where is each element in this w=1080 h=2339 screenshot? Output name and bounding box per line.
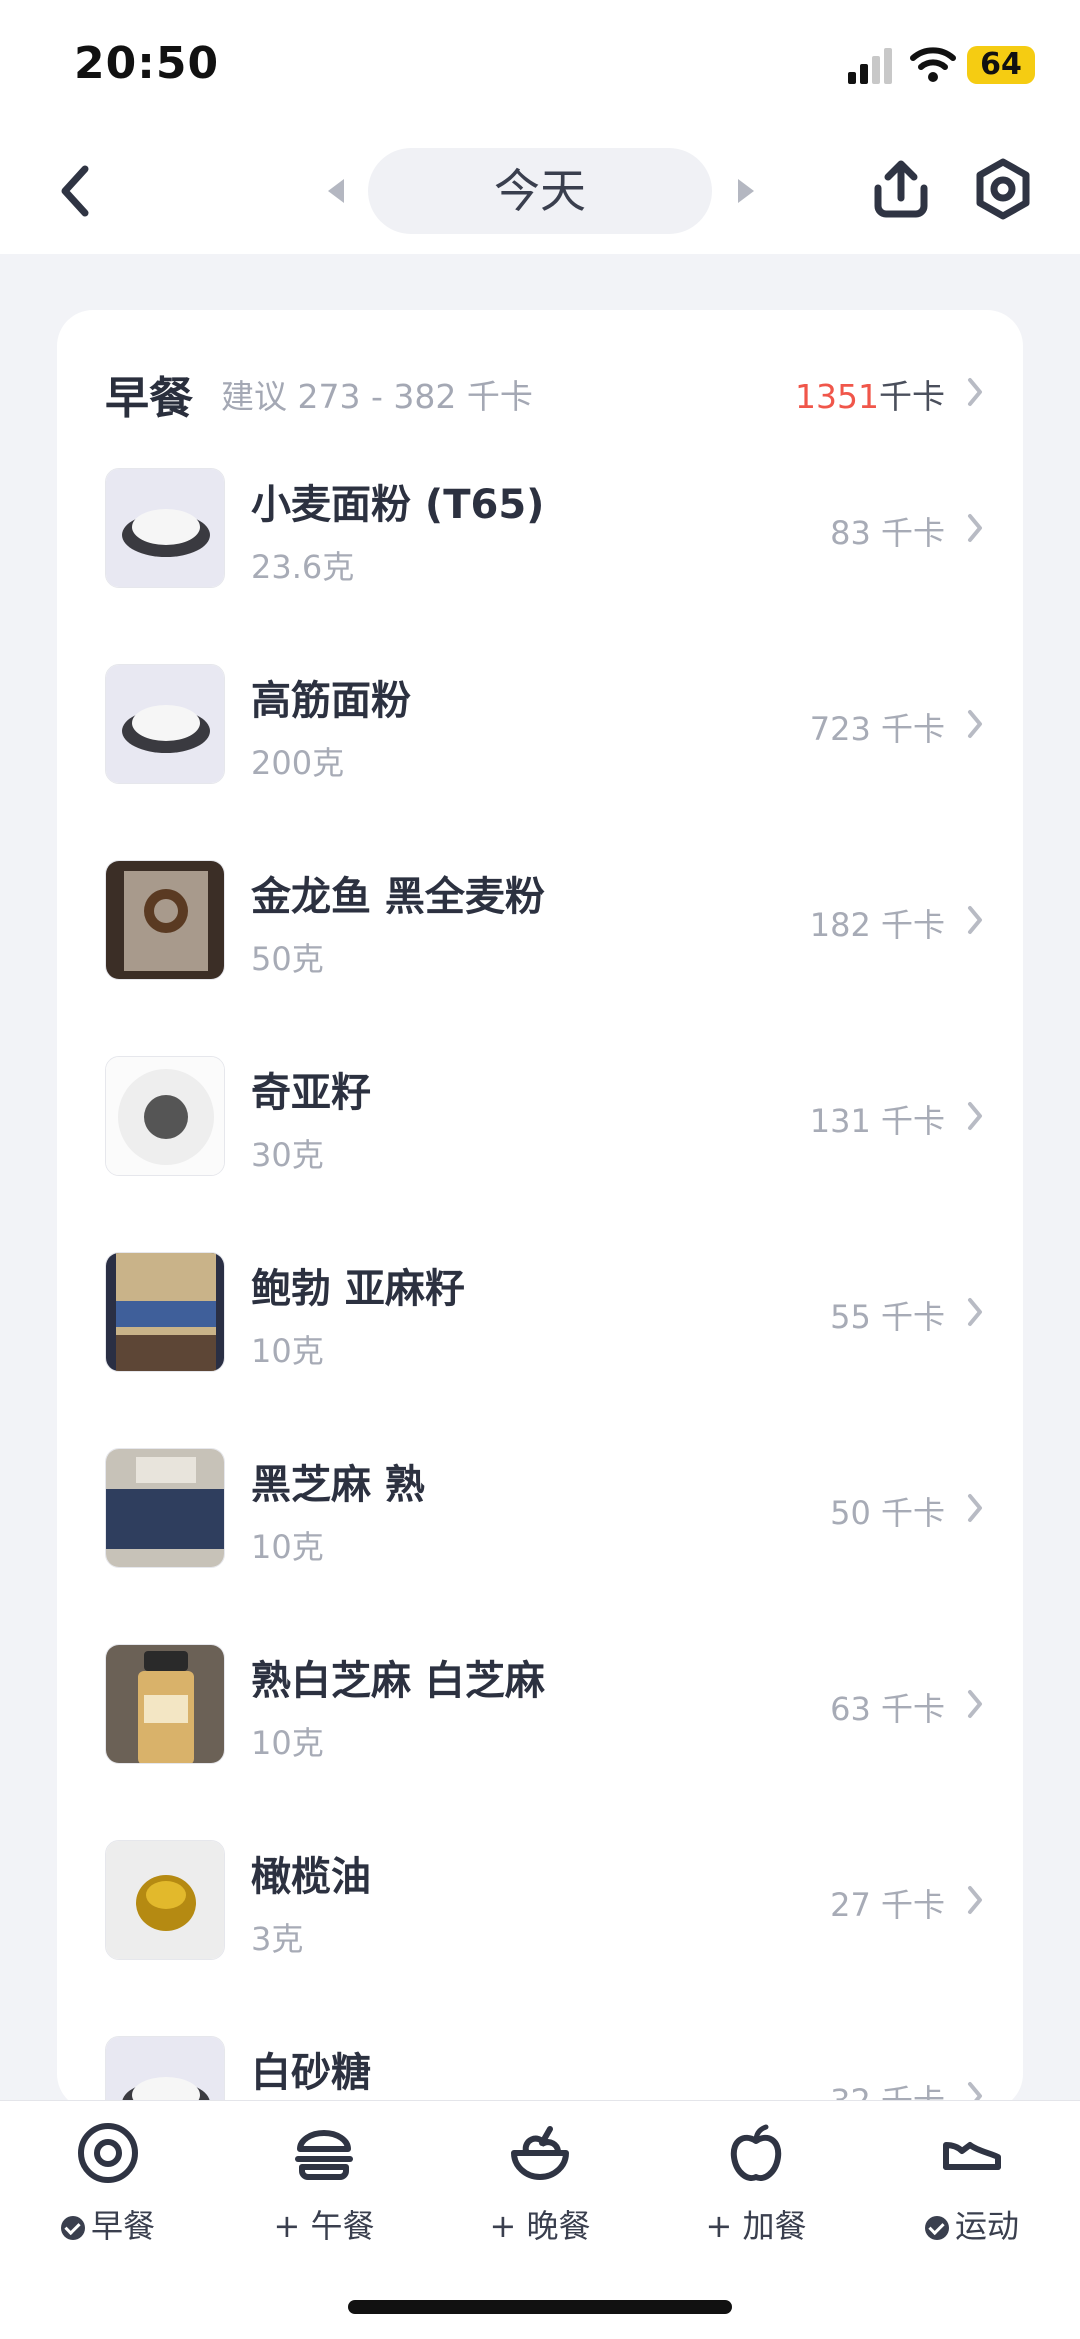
meal-total-value: 1351 <box>795 377 879 416</box>
next-day-button[interactable] <box>730 174 764 208</box>
chevron-right-icon <box>968 514 982 542</box>
check-icon <box>60 2216 85 2240</box>
food-name: 高筋面粉 <box>251 678 411 724</box>
food-amount: 10克 <box>251 1528 324 1566</box>
meal-total-calories: 1351千卡 <box>795 370 945 418</box>
food-item[interactable]: 熟白芝麻 白芝麻 10克 63 千卡 <box>105 1644 985 1794</box>
previous-day-button[interactable] <box>318 174 352 208</box>
settings-button[interactable] <box>968 154 1038 224</box>
food-item[interactable]: 鲍勃 亚麻籽 10克 55 千卡 <box>105 1252 985 1402</box>
tab-label: + 晚餐 <box>489 2207 591 2245</box>
food-item[interactable]: 奇亚籽 30克 131 千卡 <box>105 1056 985 1206</box>
chevron-right-icon <box>968 378 982 406</box>
meal-title: 早餐 <box>105 373 193 424</box>
meal-total-unit: 千卡 <box>879 377 945 416</box>
chevron-right-icon <box>968 1298 982 1326</box>
burger-icon <box>295 2130 353 2180</box>
food-thumbnail <box>105 1252 225 1372</box>
food-name: 黑芝麻 熟 <box>251 1462 425 1508</box>
status-bar: 20:50 64 <box>0 0 1080 130</box>
food-calories: 50 千卡 <box>830 1494 945 1532</box>
food-thumbnail <box>105 664 225 784</box>
food-amount: 200克 <box>251 744 345 782</box>
food-thumbnail <box>105 1644 225 1764</box>
food-amount: 50克 <box>251 940 324 978</box>
battery-indicator: 64 <box>967 46 1035 84</box>
food-calories: 182 千卡 <box>809 906 945 944</box>
meal-card: 早餐 建议 273 - 382 千卡 1351千卡 小麦面粉 (T65) 23.… <box>57 310 1023 2156</box>
food-item[interactable]: 高筋面粉 200克 723 千卡 <box>105 664 985 814</box>
tab-label: 早餐 <box>8 2201 208 2247</box>
tab-label: + 加餐 <box>705 2207 807 2245</box>
bowl-icon <box>511 2126 569 2180</box>
egg-icon <box>78 2123 138 2183</box>
tab-exercise[interactable]: 运动 <box>872 2121 1072 2261</box>
chevron-right-icon <box>968 1690 982 1718</box>
tab-snack[interactable]: + 加餐 <box>656 2121 856 2261</box>
food-thumbnail <box>105 860 225 980</box>
food-item[interactable]: 橄榄油 3克 27 千卡 <box>105 1840 985 1990</box>
chevron-right-icon <box>968 906 982 934</box>
chevron-right-icon <box>968 1886 982 1914</box>
food-calories: 27 千卡 <box>830 1886 945 1924</box>
food-amount: 23.6克 <box>251 548 355 586</box>
triangle-left-icon <box>328 179 344 203</box>
date-selector[interactable]: 今天 <box>368 148 712 234</box>
food-thumbnail <box>105 1056 225 1176</box>
food-item[interactable]: 金龙鱼 黑全麦粉 50克 182 千卡 <box>105 860 985 1010</box>
food-calories: 723 千卡 <box>809 710 945 748</box>
food-name: 鲍勃 亚麻籽 <box>251 1266 465 1312</box>
meal-suggestion: 建议 273 - 382 千卡 <box>221 377 533 416</box>
food-item[interactable]: 黑芝麻 熟 10克 50 千卡 <box>105 1448 985 1598</box>
food-name: 熟白芝麻 白芝麻 <box>251 1658 545 1704</box>
top-nav-bar: 今天 <box>0 130 1080 254</box>
food-name: 白砂糖 <box>251 2050 371 2096</box>
food-amount: 10克 <box>251 1332 324 1370</box>
food-item[interactable]: 小麦面粉 (T65) 23.6克 83 千卡 <box>105 468 985 618</box>
chevron-right-icon <box>968 710 982 738</box>
share-button[interactable] <box>866 154 936 224</box>
check-icon <box>924 2216 949 2240</box>
food-thumbnail <box>105 1448 225 1568</box>
meal-header[interactable]: 早餐 建议 273 - 382 千卡 1351千卡 <box>105 362 985 424</box>
tab-lunch[interactable]: + 午餐 <box>224 2121 424 2261</box>
chevron-right-icon <box>968 1494 982 1522</box>
food-name: 金龙鱼 黑全麦粉 <box>251 874 545 920</box>
food-name: 小麦面粉 (T65) <box>251 482 545 528</box>
food-amount: 30克 <box>251 1136 324 1174</box>
share-icon <box>874 160 928 218</box>
tab-label: 运动 <box>872 2201 1072 2247</box>
wifi-icon <box>910 47 956 82</box>
tab-label: + 午餐 <box>273 2207 375 2245</box>
chevron-right-icon <box>968 1102 982 1130</box>
home-indicator <box>348 2300 732 2314</box>
food-calories: 131 千卡 <box>809 1102 945 1140</box>
back-button[interactable] <box>40 156 110 226</box>
food-calories: 55 千卡 <box>830 1298 945 1336</box>
tab-breakfast[interactable]: 早餐 <box>8 2121 208 2261</box>
food-name: 橄榄油 <box>251 1854 371 1900</box>
food-calories: 83 千卡 <box>830 514 945 552</box>
diet-log-screen: 20:50 64 今天 早餐 建议 273 - 382 千卡 1351千卡 小麦… <box>0 0 1080 2339</box>
sneaker-icon <box>943 2142 1001 2170</box>
food-amount: 10克 <box>251 1724 324 1762</box>
signal-icon <box>848 48 892 84</box>
food-amount: 3克 <box>251 1920 304 1958</box>
food-calories: 63 千卡 <box>830 1690 945 1728</box>
status-time: 20:50 <box>74 38 220 89</box>
food-name: 奇亚籽 <box>251 1070 371 1116</box>
food-thumbnail <box>105 1840 225 1960</box>
chevron-left-icon <box>61 165 89 217</box>
triangle-right-icon <box>738 179 754 203</box>
gear-icon <box>976 158 1030 220</box>
tab-dinner[interactable]: + 晚餐 <box>440 2121 640 2261</box>
food-thumbnail <box>105 468 225 588</box>
apple-icon <box>730 2124 782 2181</box>
